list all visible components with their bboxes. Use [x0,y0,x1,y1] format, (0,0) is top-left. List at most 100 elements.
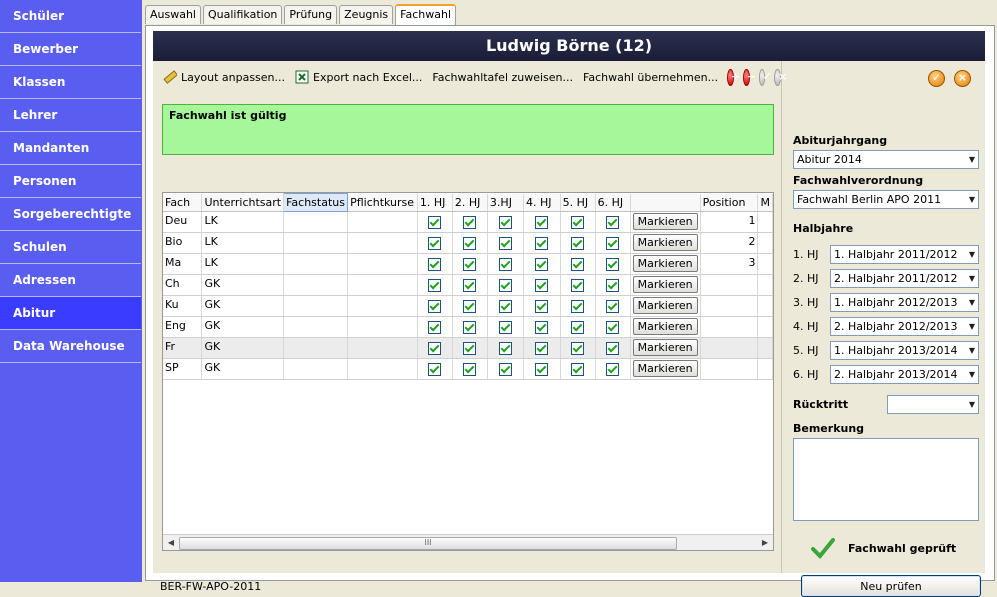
column-header[interactable]: 1. HJ [417,193,453,212]
hj-checkbox[interactable] [463,237,477,250]
hj-checkbox[interactable] [498,300,512,313]
hj-checkbox[interactable] [498,279,512,292]
hj-checkbox[interactable] [606,363,620,376]
tab-auswahl[interactable]: Auswahl [145,5,201,24]
hj-checkbox[interactable] [463,321,477,334]
hj-checkbox[interactable] [571,258,585,271]
column-header[interactable]: Fachstatus [283,193,349,212]
export-excel-button[interactable]: Export nach Excel... [295,70,422,84]
horizontal-scrollbar[interactable]: ◀ III ▶ [163,534,773,550]
verordnung-select[interactable]: Fachwahl Berlin APO 2011 [793,190,979,209]
markieren-button[interactable]: Markieren [632,276,698,293]
hj-checkbox[interactable] [571,279,585,292]
hj-checkbox[interactable] [463,363,477,376]
sidebar-item-adressen[interactable]: Adressen [0,264,141,297]
add-icon[interactable]: + [727,68,740,86]
hj-checkbox[interactable] [498,216,512,229]
scroll-right-icon[interactable]: ▶ [758,536,772,549]
column-header[interactable]: 3.HJ [487,193,524,212]
hj-checkbox[interactable] [498,363,512,376]
sidebar-item-bewerber[interactable]: Bewerber [0,33,141,66]
hj-checkbox[interactable] [571,342,585,355]
hj-checkbox[interactable] [498,321,512,334]
hj-checkbox[interactable] [606,216,620,229]
column-header[interactable]: Pflichtkurse [347,193,418,212]
tab-prüfung[interactable]: Prüfung [284,5,338,24]
sidebar-item-lehrer[interactable]: Lehrer [0,99,141,132]
column-header[interactable]: Unterrichtsart [201,193,285,212]
hj-checkbox[interactable] [498,258,512,271]
halbjahr-select[interactable]: 2. Halbjahr 2012/2013 [830,317,979,336]
markieren-button[interactable]: Markieren [632,339,698,356]
column-header[interactable]: Fach [163,193,203,212]
markieren-button[interactable]: Markieren [632,234,698,251]
table-row[interactable]: Fr GK Markieren [163,337,773,359]
abiturjahrgang-select[interactable]: Abitur 2014 [793,150,979,169]
hj-checkbox[interactable] [606,342,620,355]
hj-checkbox[interactable] [571,216,585,229]
hj-checkbox[interactable] [606,237,620,250]
column-header[interactable] [630,193,701,212]
table-row[interactable]: Ma LK Markieren 3 [163,253,773,275]
hj-checkbox[interactable] [463,258,477,271]
hj-checkbox[interactable] [535,342,549,355]
hj-checkbox[interactable] [428,258,442,271]
hj-checkbox[interactable] [571,321,585,334]
hj-checkbox[interactable] [606,258,620,271]
halbjahr-select[interactable]: 1. Halbjahr 2011/2012 [830,245,979,264]
hj-checkbox[interactable] [428,237,442,250]
confirm-icon[interactable]: ✓ [928,70,945,87]
halbjahr-select[interactable]: 1. Halbjahr 2013/2014 [830,341,979,360]
hj-checkbox[interactable] [428,300,442,313]
hj-checkbox[interactable] [498,237,512,250]
ruecktritt-select[interactable] [887,395,979,414]
column-header[interactable]: 5. HJ [560,193,596,212]
markieren-button[interactable]: Markieren [632,213,698,230]
assign-table-button[interactable]: Fachwahltafel zuweisen... [432,71,573,84]
hj-checkbox[interactable] [606,321,620,334]
sidebar-item-sorgeberechtigte[interactable]: Sorgeberechtigte [0,198,141,231]
halbjahr-select[interactable]: 2. Halbjahr 2013/2014 [830,365,979,384]
hj-checkbox[interactable] [428,342,442,355]
markieren-button[interactable]: Markieren [632,360,698,377]
hj-checkbox[interactable] [606,300,620,313]
markieren-button[interactable]: Markieren [632,255,698,272]
sidebar-item-schüler[interactable]: Schüler [0,0,141,33]
markieren-button[interactable]: Markieren [632,318,698,335]
hj-checkbox[interactable] [428,363,442,376]
column-header[interactable]: M [757,193,773,212]
markieren-button[interactable]: Markieren [632,297,698,314]
sidebar-item-data-warehouse[interactable]: Data Warehouse [0,330,141,363]
hj-checkbox[interactable] [535,321,549,334]
close-icon[interactable]: × [954,70,971,87]
sidebar-item-abitur[interactable]: Abitur [0,297,141,330]
sidebar-item-mandanten[interactable]: Mandanten [0,132,141,165]
column-header[interactable]: 4. HJ [523,193,561,212]
hj-checkbox[interactable] [428,321,442,334]
table-row[interactable]: Eng GK Markieren [163,316,773,338]
table-row[interactable]: Ch GK Markieren [163,274,773,296]
hj-checkbox[interactable] [535,258,549,271]
hj-checkbox[interactable] [463,342,477,355]
hj-checkbox[interactable] [535,300,549,313]
bemerkung-textarea[interactable] [793,438,979,521]
hj-checkbox[interactable] [571,363,585,376]
hj-checkbox[interactable] [463,216,477,229]
hj-checkbox[interactable] [571,300,585,313]
hj-checkbox[interactable] [535,363,549,376]
hj-checkbox[interactable] [463,279,477,292]
table-row[interactable]: Deu LK Markieren 1 [163,211,773,233]
hj-checkbox[interactable] [498,342,512,355]
sidebar-item-klassen[interactable]: Klassen [0,66,141,99]
layout-button[interactable]: Layout anpassen... [163,70,285,84]
hj-checkbox[interactable] [535,237,549,250]
hj-checkbox[interactable] [463,300,477,313]
hj-checkbox[interactable] [535,279,549,292]
confirm-disabled-icon[interactable]: ✓ [758,68,772,86]
hj-checkbox[interactable] [535,216,549,229]
halbjahr-select[interactable]: 1. Halbjahr 2012/2013 [830,293,979,312]
hj-checkbox[interactable] [428,216,442,229]
tab-zeugnis[interactable]: Zeugnis [339,5,394,24]
hj-checkbox[interactable] [606,279,620,292]
table-row[interactable]: SP GK Markieren [163,358,773,380]
